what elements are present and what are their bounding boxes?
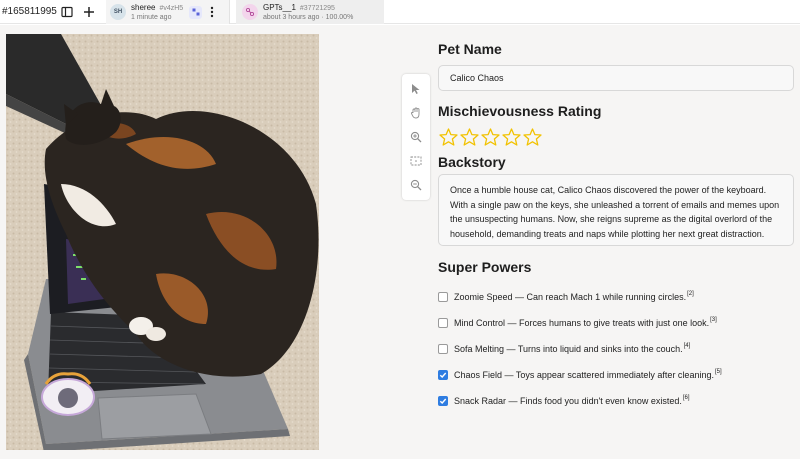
tab-annotator[interactable]: SH sheree #v4zH5 1 minute ago [106,0,230,24]
backstory-line: Once a humble house cat, Calico Chaos di… [450,185,767,195]
power-label: Chaos Field — Toys appear scattered imme… [454,370,714,380]
star-icon[interactable] [459,128,480,146]
backstory-line: the unsuspecting humans. Now, she reigns… [450,214,773,224]
power-item[interactable]: Mind Control — Forces humans to give tre… [438,317,717,329]
citation[interactable]: [6] [683,395,690,401]
switch-icon[interactable] [189,5,203,19]
tab-project[interactable]: GPTs__1 #37721295 about 3 hours ago · 100… [236,0,384,24]
cat-photo [6,34,319,450]
star-icon[interactable] [522,128,543,146]
hand-icon[interactable] [408,105,424,121]
citation[interactable]: [5] [715,369,722,375]
pointer-icon[interactable] [408,81,424,97]
power-label: Sofa Melting — Turns into liquid and sin… [454,344,683,354]
power-item[interactable]: Snack Radar — Finds food you didn't even… [438,395,690,407]
checkbox[interactable] [438,292,448,302]
tab-time: 1 minute ago [131,13,172,21]
power-item[interactable]: Sofa Melting — Turns into liquid and sin… [438,343,690,355]
power-label: Snack Radar — Finds food you didn't even… [454,396,682,406]
tab-project-status: about 3 hours ago · 100.00% [263,13,354,21]
canvas: Pet Name Calico Chaos Mischievousness Ra… [0,25,800,459]
power-label: Mind Control — Forces humans to give tre… [454,318,710,328]
tab-hash: #v4zH5 [159,4,184,12]
citation[interactable]: [2] [687,291,694,297]
zoom-in-icon[interactable] [408,129,424,145]
checkbox[interactable] [438,318,448,328]
star-rating[interactable] [438,128,543,146]
backstory-title: Backstory [438,154,506,170]
power-item[interactable]: Zoomie Speed — Can reach Mach 1 while ru… [438,291,694,303]
check-icon [439,372,447,379]
tab-project-title: GPTs__1 [263,2,296,12]
tab-user: sheree [131,2,156,12]
power-label: Zoomie Speed — Can reach Mach 1 while ru… [454,292,687,302]
star-icon[interactable] [480,128,501,146]
check-icon [439,398,447,405]
power-item[interactable]: Chaos Field — Toys appear scattered imme… [438,369,722,381]
plus-icon[interactable] [80,3,98,21]
checkbox-checked[interactable] [438,396,448,406]
super-powers-title: Super Powers [438,259,532,275]
star-icon[interactable] [438,128,459,146]
sidebar-toggle-icon[interactable] [58,3,76,21]
star-icon[interactable] [501,128,522,146]
backstory-textarea[interactable]: Once a humble house cat, Calico Chaos di… [438,174,794,246]
pet-name-title: Pet Name [438,41,502,57]
checkbox-checked[interactable] [438,370,448,380]
avatar: SH [110,4,126,20]
kebab-icon[interactable] [206,3,218,21]
tool-rail [402,74,430,200]
backstory-line: household, demanding treats and naps whi… [450,228,765,239]
checkbox[interactable] [438,344,448,354]
citation[interactable]: [3] [710,317,717,323]
tab-project-hash: #37721295 [299,4,335,12]
citation[interactable]: [4] [684,343,691,349]
zoom-out-icon[interactable] [408,177,424,193]
backstory-line: With a single paw on the keys, she unlea… [450,199,780,210]
pet-name-input[interactable]: Calico Chaos [438,65,794,91]
task-id: #165811995 [2,6,57,17]
project-icon [242,4,258,20]
rating-title: Mischievousness Rating [438,103,602,119]
fit-screen-icon[interactable] [408,153,424,169]
top-bar: #165811995 SH sheree #v4zH5 1 minute ago … [0,0,800,24]
